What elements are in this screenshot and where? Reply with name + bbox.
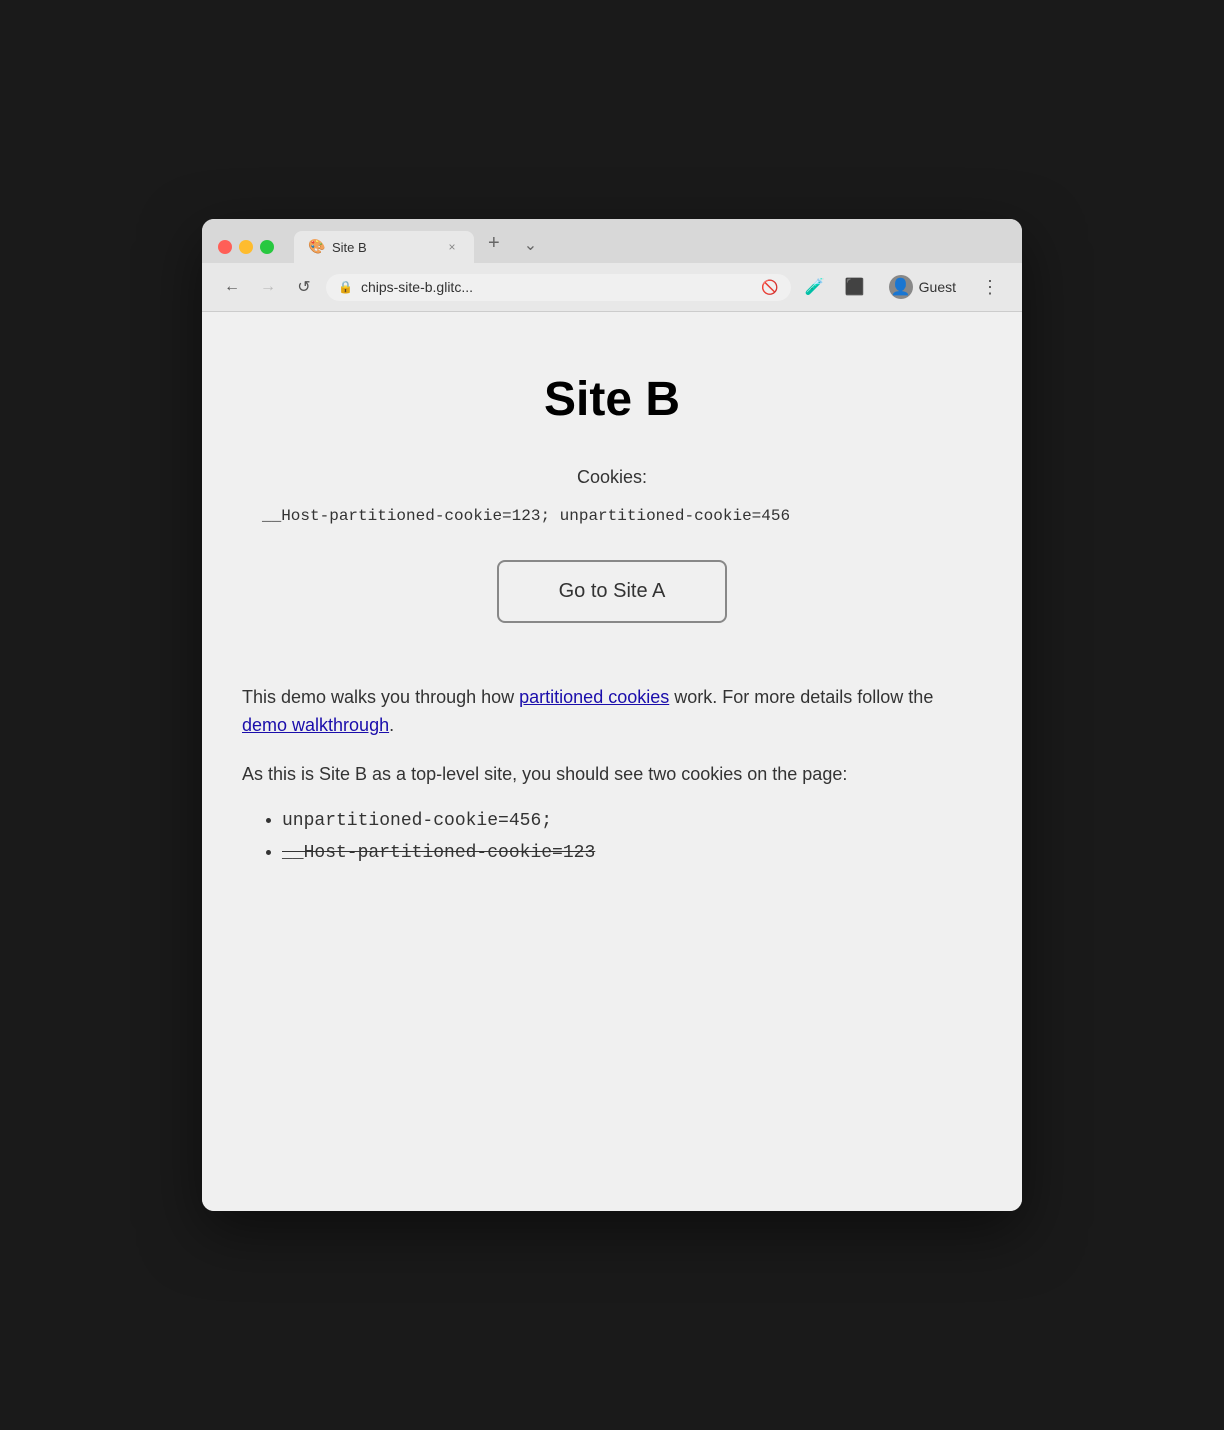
close-traffic-light[interactable] [218, 240, 232, 254]
page-title: Site B [242, 372, 982, 427]
list-item: __Host-partitioned-cookie=123 [282, 837, 982, 869]
list-item: unpartitioned-cookie=456; [282, 805, 982, 837]
profile-label: Guest [919, 279, 956, 295]
partitioned-cookies-link[interactable]: partitioned cookies [519, 687, 669, 707]
maximize-traffic-light[interactable] [260, 240, 274, 254]
profile-button[interactable]: 👤 Guest [879, 271, 966, 303]
browser-window: 🎨 Site B × + ⌄ ← → ↺ 🔒 chips-site-b.glit… [202, 219, 1022, 1211]
description-paragraph-1: This demo walks you through how partitio… [242, 683, 982, 741]
tab-favicon-icon: 🎨 [308, 239, 324, 255]
description1-after-text: . [389, 715, 394, 735]
avatar-icon: 👤 [891, 277, 911, 297]
active-tab[interactable]: 🎨 Site B × [294, 231, 474, 263]
split-view-button[interactable]: ⬛ [839, 271, 871, 303]
description1-between-text: work. For more details follow the [669, 687, 933, 707]
minimize-traffic-light[interactable] [239, 240, 253, 254]
tab-dropdown-button[interactable]: ⌄ [514, 235, 547, 263]
forward-icon: → [260, 278, 276, 296]
description1-before-text: This demo walks you through how [242, 687, 519, 707]
reload-button[interactable]: ↺ [290, 273, 318, 301]
cookie-list: unpartitioned-cookie=456; __Host-partiti… [242, 805, 982, 870]
more-options-button[interactable]: ⋮ [974, 271, 1006, 303]
reload-icon: ↺ [297, 277, 310, 297]
lab-icon: 🧪 [805, 277, 825, 297]
demo-walkthrough-link[interactable]: demo walkthrough [242, 715, 389, 735]
tabs-row: 🎨 Site B × + ⌄ [294, 231, 547, 263]
split-icon: ⬛ [845, 277, 865, 297]
title-bar-top: 🎨 Site B × + ⌄ [218, 231, 1006, 263]
lock-icon: 🔒 [338, 280, 353, 294]
avatar: 👤 [889, 275, 913, 299]
description-paragraph-2: As this is Site B as a top-level site, y… [242, 760, 982, 789]
address-text: chips-site-b.glitc... [361, 279, 753, 295]
forward-button[interactable]: → [254, 273, 282, 301]
traffic-lights [218, 240, 274, 254]
cookies-value: __Host-partitioned-cookie=123; unpartiti… [242, 504, 982, 530]
back-icon: ← [224, 278, 240, 296]
tab-close-button[interactable]: × [444, 239, 460, 255]
more-icon: ⋮ [981, 277, 999, 298]
page-content: Site B Cookies: __Host-partitioned-cooki… [202, 311, 1022, 1211]
tab-title: Site B [332, 240, 436, 255]
lab-icon-button[interactable]: 🧪 [799, 271, 831, 303]
title-bar: 🎨 Site B × + ⌄ [202, 219, 1022, 263]
eye-slash-icon[interactable]: 🚫 [761, 279, 778, 296]
nav-bar: ← → ↺ 🔒 chips-site-b.glitc... 🚫 🧪 ⬛ 👤 Gu… [202, 263, 1022, 311]
cookies-label: Cookies: [242, 467, 982, 488]
new-tab-button[interactable]: + [478, 232, 510, 263]
back-button[interactable]: ← [218, 273, 246, 301]
address-bar[interactable]: 🔒 chips-site-b.glitc... 🚫 [326, 274, 791, 301]
go-to-site-a-button[interactable]: Go to Site A [497, 560, 728, 623]
